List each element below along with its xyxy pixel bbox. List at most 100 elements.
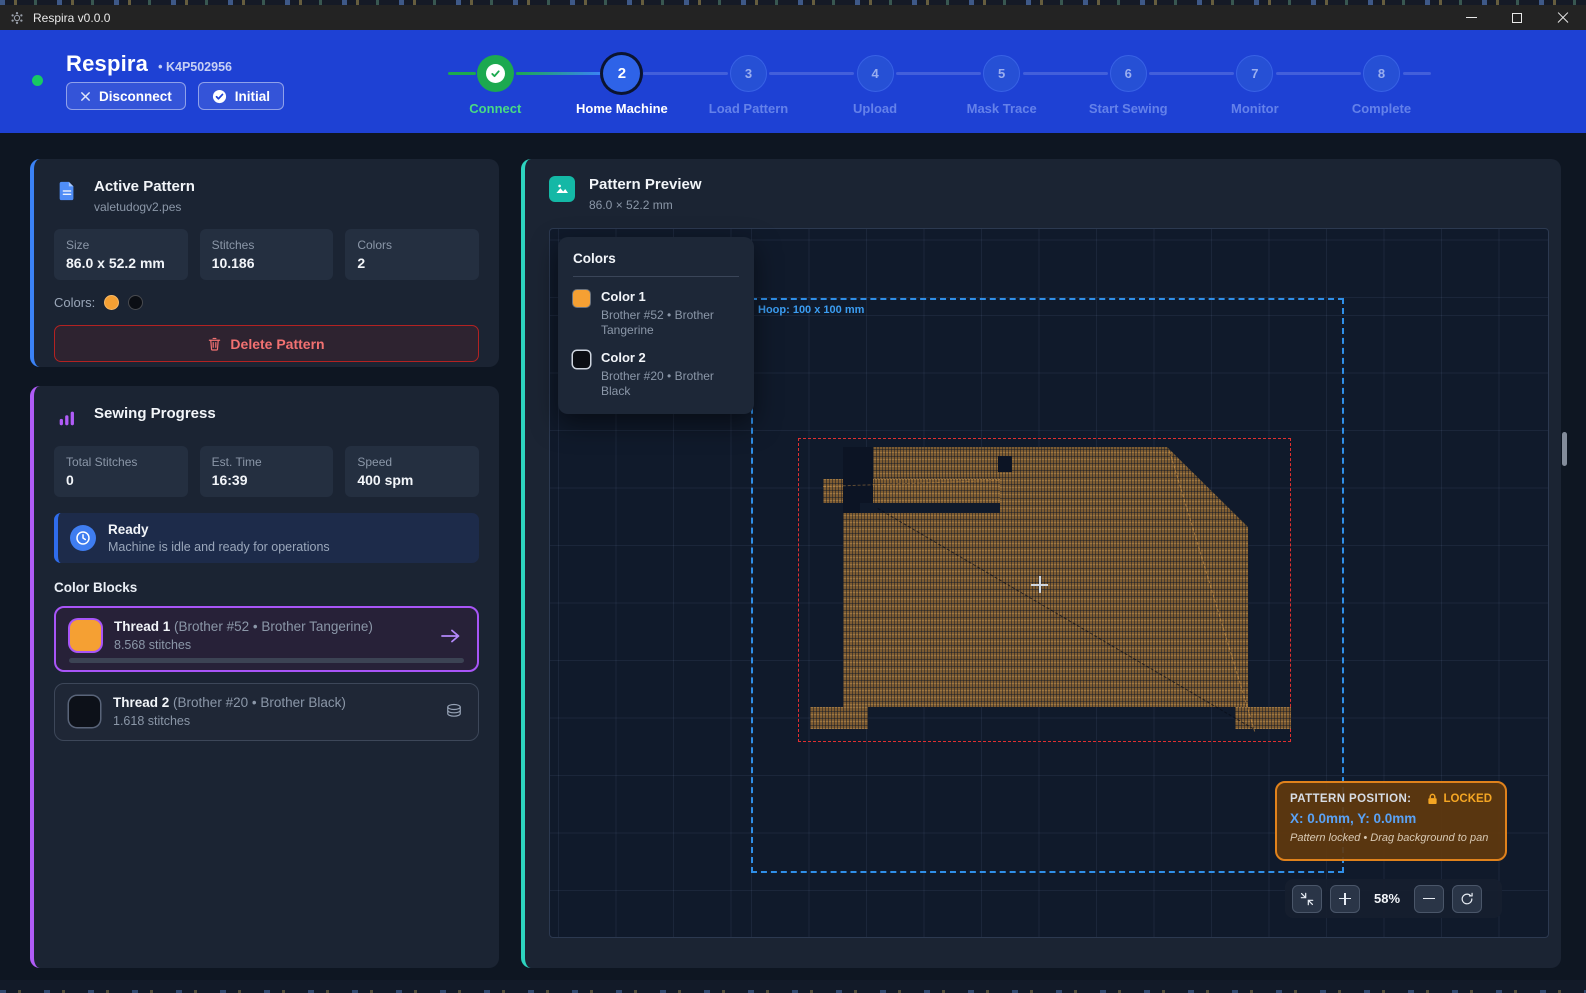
pattern-stitch-foot-left: [810, 707, 868, 729]
app-window: Respira v0.0.0 Respira • K4P502956 Disco…: [0, 0, 1586, 993]
step-6-label: Start Sewing: [1089, 101, 1168, 116]
zoom-toolbar: 58%: [1285, 879, 1502, 918]
active-pattern-title: Active Pattern: [94, 178, 195, 195]
step-6-circle[interactable]: 6: [1110, 55, 1147, 92]
machine-status-banner: Ready Machine is idle and ready for oper…: [54, 513, 479, 563]
zoom-out-button[interactable]: [1414, 885, 1444, 913]
background-window-sliver-bottom: [0, 980, 1586, 993]
workflow-stepper: Connect 2 Home Machine 3 Load Pattern 4 …: [432, 55, 1445, 125]
minimize-button[interactable]: [1448, 5, 1494, 30]
layers-icon: [444, 702, 464, 722]
zoom-level: 58%: [1368, 891, 1406, 906]
stat-colors-value: 2: [357, 255, 467, 271]
thread-1-swatch: [70, 620, 101, 651]
stat-speed: Speed 400 spm: [345, 446, 479, 497]
pattern-stitch-foot-right: [1235, 707, 1291, 729]
check-icon: [490, 68, 501, 79]
color-blocks-label: Color Blocks: [54, 580, 479, 595]
stat-stitches-value: 10.186: [212, 255, 322, 271]
refresh-icon: [1460, 892, 1474, 906]
color-dot-1: [104, 295, 119, 310]
thread-2-detail: (Brother #20 • Brother Black): [173, 695, 346, 710]
stat-size-value: 86.0 x 52.2 mm: [66, 255, 176, 271]
delete-pattern-button[interactable]: Delete Pattern: [54, 325, 479, 362]
hoop-label: Hoop: 100 x 100 mm: [758, 304, 864, 316]
thread-2-name-bold: Thread 2: [113, 695, 169, 710]
legend-desc-2: Brother #20 • Brother Black: [601, 369, 739, 399]
fit-view-button[interactable]: [1292, 885, 1322, 913]
step-start-sewing: 6 Start Sewing: [1065, 55, 1192, 116]
stat-time-label: Est. Time: [212, 455, 322, 469]
step-2-circle[interactable]: 2: [603, 55, 640, 92]
step-4-circle[interactable]: 4: [857, 55, 894, 92]
bar-chart-icon: [54, 405, 80, 431]
thread-1-detail: (Brother #52 • Brother Tangerine): [174, 619, 373, 634]
legend-name-1: Color 1: [601, 289, 739, 304]
legend-swatch-2: [573, 351, 590, 368]
thread-1-name: Thread 1 (Brother #52 • Brother Tangerin…: [114, 619, 373, 634]
color-dot-2: [128, 295, 143, 310]
step-load-pattern: 3 Load Pattern: [685, 55, 812, 116]
pattern-dark-notch: [998, 456, 1012, 472]
stat-size-label: Size: [66, 238, 176, 252]
preview-canvas[interactable]: Hoop: 100 x 100 mm Colors: [549, 228, 1549, 938]
step-8-circle[interactable]: 8: [1363, 55, 1400, 92]
brand-title: Respira: [66, 51, 148, 77]
thread-1-row[interactable]: Thread 1 (Brother #52 • Brother Tangerin…: [54, 606, 479, 672]
delete-pattern-label: Delete Pattern: [230, 336, 324, 352]
locked-label: LOCKED: [1443, 793, 1492, 805]
sewing-progress-title: Sewing Progress: [94, 405, 216, 422]
sewing-progress-card: Sewing Progress Total Stitches 0 Est. Ti…: [30, 386, 499, 968]
colors-legend-panel: Colors Color 1 Brother #52 • Brother Tan…: [558, 237, 754, 414]
stat-total-label: Total Stitches: [66, 455, 176, 469]
step-3-circle[interactable]: 3: [730, 55, 767, 92]
initial-button[interactable]: Initial: [198, 82, 284, 110]
step-2-label: Home Machine: [576, 101, 668, 116]
app-icon: [10, 11, 24, 25]
close-icon: [1557, 12, 1569, 24]
initial-label: Initial: [235, 89, 270, 104]
disconnect-button[interactable]: Disconnect: [66, 82, 186, 110]
step-7-label: Monitor: [1231, 101, 1279, 116]
step-upload: 4 Upload: [812, 55, 939, 116]
thread-1-name-bold: Thread 1: [114, 619, 170, 634]
active-pattern-filename: valetudogv2.pes: [94, 200, 195, 214]
reset-view-button[interactable]: [1452, 885, 1482, 913]
x-icon: [80, 91, 91, 102]
pattern-lock-hint: Pattern locked • Drag background to pan: [1290, 832, 1492, 844]
stat-stitches-label: Stitches: [212, 238, 322, 252]
legend-name-2: Color 2: [601, 350, 739, 365]
fit-icon: [1300, 892, 1314, 906]
scrollbar-thumb[interactable]: [1562, 432, 1567, 466]
step-connect: Connect: [432, 55, 559, 116]
step-3-label: Load Pattern: [709, 101, 788, 116]
connection-status-dot: [32, 75, 43, 86]
step-5-circle[interactable]: 5: [983, 55, 1020, 92]
image-icon: [549, 176, 575, 202]
thread-2-swatch: [69, 696, 100, 727]
thread-2-row[interactable]: Thread 2 (Brother #20 • Brother Black) 1…: [54, 683, 479, 741]
stat-colors-label: Colors: [357, 238, 467, 252]
close-button[interactable]: [1540, 5, 1586, 30]
locked-badge: LOCKED: [1427, 793, 1492, 805]
colors-row-label: Colors:: [54, 295, 95, 310]
clock-icon: [70, 525, 96, 551]
thread-1-stitches: 8.568 stitches: [114, 638, 373, 652]
embroidery-pattern: [798, 438, 1291, 742]
step-1-circle[interactable]: [477, 55, 514, 92]
stat-est-time: Est. Time 16:39: [200, 446, 334, 497]
step-home-machine: 2 Home Machine: [559, 55, 686, 116]
pattern-coordinates: X: 0.0mm, Y: 0.0mm: [1290, 811, 1492, 826]
thread-2-stitches: 1.618 stitches: [113, 714, 346, 728]
thread-1-progress-bar: [69, 658, 464, 663]
app-header: Respira • K4P502956 Disconnect Initial: [0, 30, 1586, 133]
zoom-in-button[interactable]: [1330, 885, 1360, 913]
maximize-button[interactable]: [1494, 5, 1540, 30]
step-1-label: Connect: [469, 101, 521, 116]
step-4-label: Upload: [853, 101, 897, 116]
maximize-icon: [1512, 13, 1522, 23]
stat-speed-value: 400 spm: [357, 472, 467, 488]
stat-total-value: 0: [66, 472, 176, 488]
step-7-circle[interactable]: 7: [1236, 55, 1273, 92]
check-circle-icon: [212, 89, 227, 104]
